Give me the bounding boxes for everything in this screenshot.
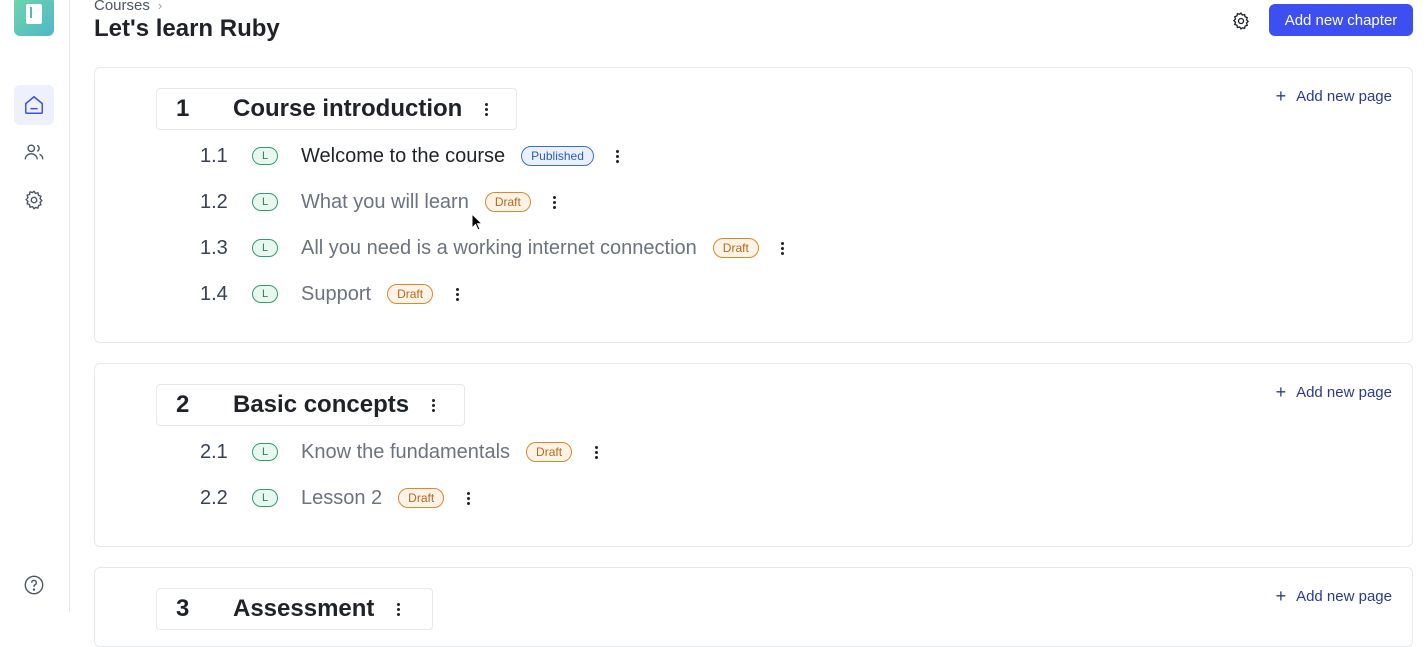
chapter-title: Assessment	[233, 595, 375, 622]
book-icon[interactable]	[14, 0, 54, 36]
lesson-title[interactable]: Lesson 2	[301, 487, 382, 510]
status-badge: Draft	[526, 442, 573, 462]
list-item[interactable]: 2.2 L Lesson 2 Draft	[200, 485, 476, 511]
breadcrumb-courses-link[interactable]: Courses	[94, 0, 150, 14]
lesson-type-badge: L	[252, 147, 278, 165]
add-page-label: Add new page	[1296, 587, 1392, 605]
kebab-icon[interactable]	[478, 99, 494, 119]
chapter-card: 3 Assessment + Add new page	[94, 567, 1413, 647]
chapter-number: 3	[176, 595, 190, 622]
status-badge: Draft	[387, 284, 434, 304]
chapter-title: Basic concepts	[233, 391, 410, 418]
plus-icon: +	[1275, 86, 1287, 106]
gear-icon[interactable]	[14, 180, 54, 220]
lesson-title[interactable]: Support	[301, 283, 371, 306]
chapter-header[interactable]: 1 Course introduction	[156, 88, 517, 130]
users-icon[interactable]	[14, 132, 54, 172]
kebab-icon[interactable]	[775, 238, 791, 258]
chapter-number: 1	[176, 95, 190, 122]
list-item[interactable]: 1.3 L All you need is a working internet…	[200, 235, 791, 261]
chapter-title: Course introduction	[233, 95, 463, 122]
status-badge: Draft	[484, 192, 531, 212]
list-item[interactable]: 1.1 L Welcome to the course Published	[200, 143, 626, 169]
list-item[interactable]: 1.2 L What you will learn Draft	[200, 189, 563, 215]
home-icon[interactable]	[14, 85, 54, 125]
help-icon[interactable]	[14, 565, 54, 605]
chapter-header[interactable]: 3 Assessment	[156, 588, 433, 630]
kebab-icon[interactable]	[547, 192, 563, 212]
chapter-card: 2 Basic concepts + Add new page 2.1 L Kn…	[94, 363, 1413, 547]
add-page-button[interactable]: + Add new page	[1276, 87, 1392, 105]
lesson-title[interactable]: All you need is a working internet conne…	[301, 237, 697, 260]
lesson-number: 1.4	[200, 282, 228, 305]
chapter-number: 2	[176, 391, 190, 418]
kebab-icon[interactable]	[390, 599, 406, 619]
chapter-card: 1 Course introduction + Add new page 1.1…	[94, 67, 1413, 343]
plus-icon: +	[1275, 586, 1287, 606]
lesson-number: 1.3	[200, 236, 228, 259]
lesson-title[interactable]: What you will learn	[301, 191, 469, 214]
lesson-number: 2.2	[200, 486, 228, 509]
lesson-type-badge: L	[252, 489, 278, 507]
list-item[interactable]: 1.4 L Support Draft	[200, 281, 465, 307]
kebab-icon[interactable]	[425, 395, 441, 415]
list-item[interactable]: 2.1 L Know the fundamentals Draft	[200, 439, 604, 465]
status-badge: Draft	[398, 488, 445, 508]
plus-icon: +	[1275, 382, 1287, 402]
lesson-type-badge: L	[252, 443, 278, 461]
sidebar	[0, 0, 70, 612]
kebab-icon[interactable]	[610, 146, 626, 166]
status-badge: Draft	[712, 238, 759, 258]
lesson-type-badge: L	[252, 193, 278, 211]
kebab-icon[interactable]	[460, 488, 476, 508]
chapter-header[interactable]: 2 Basic concepts	[156, 384, 465, 426]
lesson-type-badge: L	[252, 285, 278, 303]
gear-icon[interactable]	[1228, 8, 1254, 34]
lesson-number: 2.1	[200, 440, 228, 463]
lesson-number: 1.1	[200, 144, 228, 167]
lesson-type-badge: L	[252, 239, 278, 257]
page-title: Let's learn Ruby	[94, 15, 280, 42]
kebab-icon[interactable]	[449, 284, 465, 304]
lesson-number: 1.2	[200, 190, 228, 213]
add-page-label: Add new page	[1296, 383, 1392, 401]
breadcrumb: Courses ›	[94, 0, 162, 14]
lesson-title[interactable]: Know the fundamentals	[301, 441, 510, 464]
add-page-label: Add new page	[1296, 87, 1392, 105]
add-page-button[interactable]: + Add new page	[1276, 383, 1392, 401]
lesson-title[interactable]: Welcome to the course	[301, 145, 505, 168]
status-badge: Published	[521, 146, 594, 166]
add-chapter-button[interactable]: Add new chapter	[1269, 4, 1413, 36]
add-page-button[interactable]: + Add new page	[1276, 587, 1392, 605]
chevron-right-icon: ›	[157, 0, 163, 13]
kebab-icon[interactable]	[588, 442, 604, 462]
